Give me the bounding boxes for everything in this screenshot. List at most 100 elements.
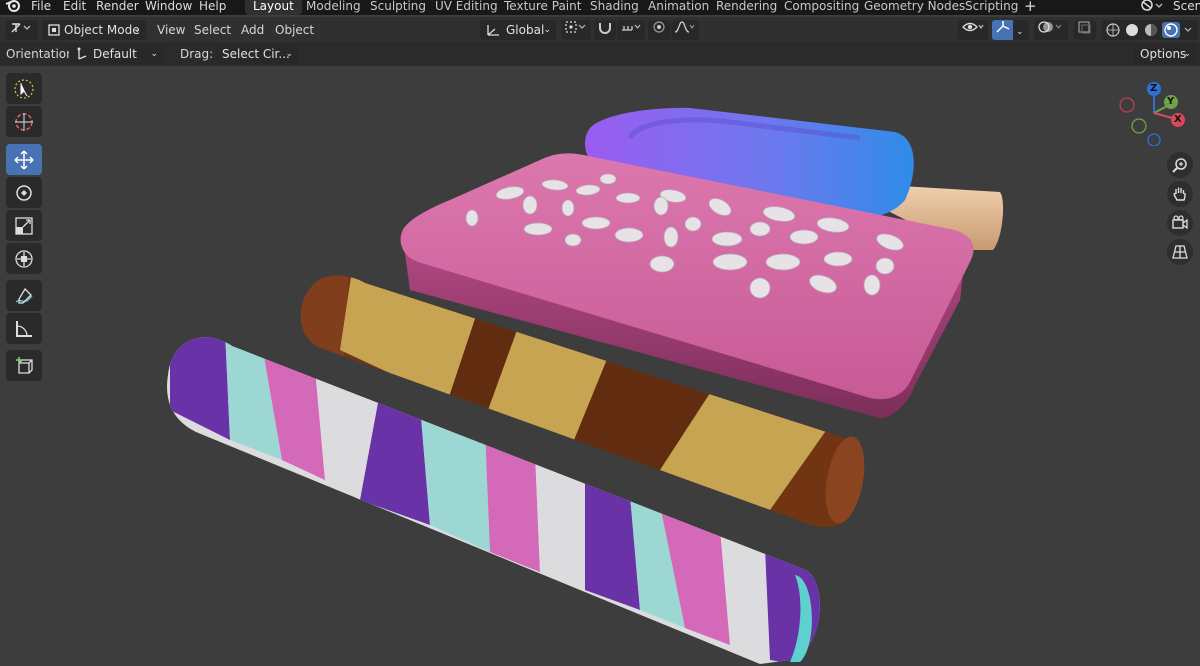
tab-shading[interactable]: Shading bbox=[582, 0, 647, 15]
snap-toggle[interactable] bbox=[594, 20, 616, 40]
menu-add[interactable]: Add bbox=[241, 20, 264, 40]
chevron-down-icon: ⌄ bbox=[543, 25, 551, 35]
transform-icon bbox=[15, 249, 33, 268]
grid-perspective-icon bbox=[1172, 245, 1188, 259]
gizmo-icon bbox=[996, 21, 1010, 33]
menu-select[interactable]: Select bbox=[194, 20, 231, 40]
tab-compositing[interactable]: Compositing bbox=[776, 0, 867, 15]
overlay-icon bbox=[1038, 21, 1062, 33]
pan-button[interactable] bbox=[1167, 181, 1193, 207]
proportional-edit-toggle[interactable] bbox=[648, 20, 670, 40]
mode-selector[interactable]: Object Mode ⌄ bbox=[42, 20, 146, 40]
proportional-edit-icon bbox=[653, 21, 665, 33]
tab-geometry-nodes[interactable]: Geometry Nodes bbox=[856, 0, 973, 15]
rotate-tool-button[interactable] bbox=[6, 177, 42, 208]
move-tool-button[interactable] bbox=[6, 144, 42, 175]
transform-orientation-selector[interactable]: Global ⌄ bbox=[480, 20, 556, 40]
menu-window[interactable]: Window bbox=[145, 0, 192, 15]
drag-value: Select Cir... bbox=[222, 47, 290, 61]
gizmo-z-label: Z bbox=[1150, 83, 1158, 94]
drag-label: Drag: bbox=[180, 47, 214, 61]
drag-dropdown[interactable]: Select Cir... ⌄ bbox=[216, 44, 298, 64]
tool-settings-bar: Orientation: Default ⌄ Drag: Select Cir.… bbox=[0, 42, 1200, 66]
3d-viewport[interactable] bbox=[0, 66, 1200, 666]
pivot-point-button[interactable] bbox=[561, 20, 591, 40]
editor-type-icon bbox=[11, 23, 31, 33]
top-menu-bar: File Edit Render Window Help Layout Mode… bbox=[0, 0, 1200, 15]
scale-tool-button[interactable] bbox=[6, 210, 42, 241]
annotate-tool-button[interactable] bbox=[6, 280, 42, 311]
tab-scripting[interactable]: Scripting bbox=[957, 0, 1026, 15]
gizmo-x-label: X bbox=[1174, 114, 1182, 125]
eye-icon bbox=[962, 22, 984, 32]
orientation-axes-icon bbox=[487, 25, 499, 36]
add-workspace-button[interactable]: + bbox=[1024, 0, 1037, 15]
tab-sculpting[interactable]: Sculpting bbox=[362, 0, 434, 15]
gizmo-dropdown[interactable]: ⌄ bbox=[1013, 20, 1029, 40]
falloff-curve-icon bbox=[674, 21, 695, 33]
xray-icon bbox=[1078, 21, 1091, 34]
zoom-button[interactable] bbox=[1167, 152, 1193, 178]
orientation-value: Default bbox=[93, 47, 137, 61]
scene-selector[interactable]: Scen bbox=[1173, 0, 1200, 15]
chevron-down-icon: ⌄ bbox=[285, 49, 293, 59]
options-dropdown[interactable]: Options ⌄ bbox=[1134, 44, 1196, 64]
menu-edit[interactable]: Edit bbox=[63, 0, 86, 15]
scene-icon[interactable] bbox=[1140, 0, 1164, 16]
falloff-button[interactable] bbox=[671, 20, 699, 40]
rotate-icon bbox=[16, 184, 32, 201]
orientation-gizmo-icon bbox=[77, 47, 87, 60]
perspective-toggle-button[interactable] bbox=[1167, 239, 1193, 265]
navigation-gizmo[interactable]: Z Y X bbox=[1114, 80, 1194, 147]
chevron-down-icon: ⌄ bbox=[1183, 49, 1191, 59]
pivot-icon bbox=[565, 21, 586, 33]
transform-tool-button[interactable] bbox=[6, 243, 42, 274]
shading-mode-group bbox=[1102, 20, 1198, 40]
orientation-label: Global bbox=[506, 23, 545, 37]
move-arrows-icon bbox=[14, 149, 34, 170]
visibility-selector[interactable] bbox=[958, 20, 988, 40]
measure-tool-button[interactable] bbox=[6, 313, 42, 344]
menu-render[interactable]: Render bbox=[96, 0, 139, 15]
chevron-down-icon: ⌄ bbox=[150, 49, 158, 59]
material-preview-icon[interactable] bbox=[1145, 24, 1157, 36]
hand-icon bbox=[1173, 187, 1186, 201]
overlay-toggle[interactable] bbox=[1034, 20, 1068, 40]
menu-view[interactable]: View bbox=[157, 20, 185, 40]
add-cube-icon bbox=[16, 356, 33, 374]
camera-view-button[interactable] bbox=[1167, 210, 1193, 236]
options-label: Options bbox=[1140, 47, 1187, 61]
magnet-icon bbox=[599, 23, 611, 34]
gizmo-y-label: Y bbox=[1167, 96, 1175, 107]
tab-rendering[interactable]: Rendering bbox=[708, 0, 785, 15]
add-cube-tool-button[interactable] bbox=[6, 350, 42, 381]
tab-uv-editing[interactable]: UV Editing bbox=[427, 0, 506, 15]
select-tool-button[interactable] bbox=[6, 73, 42, 104]
menu-file[interactable]: File bbox=[31, 0, 51, 15]
cursor-tool-button[interactable] bbox=[6, 106, 42, 137]
xray-toggle[interactable] bbox=[1074, 20, 1096, 40]
tab-modeling[interactable]: Modeling bbox=[298, 0, 369, 15]
chevron-down-icon: ⌄ bbox=[1016, 27, 1024, 37]
snap-increment-icon bbox=[622, 24, 641, 31]
zoom-magnifier-icon bbox=[1172, 158, 1187, 173]
tab-animation[interactable]: Animation bbox=[640, 0, 717, 15]
menu-object[interactable]: Object bbox=[275, 20, 314, 40]
snap-target-button[interactable] bbox=[617, 20, 645, 40]
orientation-label: Orientation: bbox=[6, 47, 78, 61]
scale-icon bbox=[15, 216, 33, 235]
viewport-header: Object Mode ⌄ View Select Add Object Glo… bbox=[0, 17, 1200, 42]
orientation-dropdown[interactable]: Default ⌄ bbox=[69, 44, 163, 64]
blender-logo-icon[interactable] bbox=[5, 0, 21, 16]
object-mode-icon bbox=[48, 24, 60, 36]
cursor-select-icon bbox=[14, 78, 34, 99]
solid-shading-icon[interactable] bbox=[1126, 24, 1138, 36]
ruler-icon bbox=[16, 320, 32, 337]
tab-texture-paint[interactable]: Texture Paint bbox=[496, 0, 589, 15]
wireframe-shading-icon[interactable] bbox=[1106, 23, 1120, 37]
camera-icon bbox=[1172, 215, 1188, 230]
editor-type-button[interactable] bbox=[6, 20, 38, 40]
tab-layout[interactable]: Layout bbox=[245, 0, 302, 15]
gizmo-toggle[interactable] bbox=[992, 20, 1014, 40]
menu-help[interactable]: Help bbox=[199, 0, 226, 15]
